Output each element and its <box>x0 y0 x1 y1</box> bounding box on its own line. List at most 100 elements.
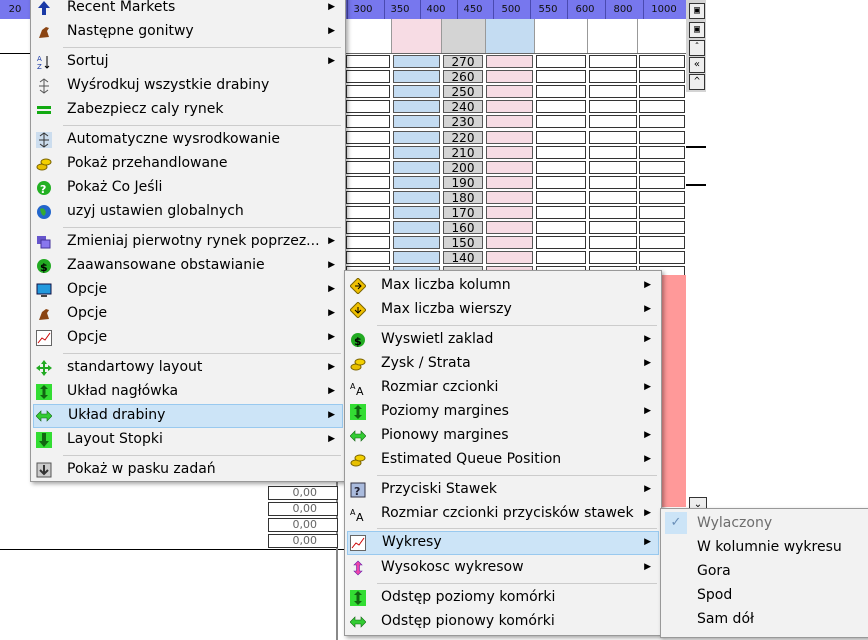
chevron-up-top-icon[interactable]: ˆ <box>689 40 705 56</box>
ladder-cell[interactable] <box>639 206 685 219</box>
lay-cell[interactable] <box>486 236 533 249</box>
ladder-cell[interactable] <box>346 161 390 174</box>
ladder-cell[interactable] <box>589 85 637 98</box>
ladder-cell[interactable] <box>589 161 637 174</box>
ladder-cell[interactable] <box>346 251 390 264</box>
ladder-cell[interactable] <box>346 70 390 83</box>
ladder-cell[interactable] <box>639 70 685 83</box>
ladder-col-label[interactable]: 450 <box>457 0 488 19</box>
menu-item-standartowy-layout[interactable]: standartowy layout ▶ <box>33 356 343 380</box>
chevron-up-icon[interactable]: ^ <box>689 74 705 90</box>
ladder-cell[interactable] <box>536 206 586 219</box>
ladder-cell[interactable] <box>639 251 685 264</box>
ladder-cell[interactable] <box>639 115 685 128</box>
back-cell[interactable] <box>393 70 440 83</box>
price-cell[interactable]: 250 <box>443 85 483 98</box>
ladder-cell[interactable] <box>346 115 390 128</box>
ladder-cell[interactable] <box>346 221 390 234</box>
ladder-col-label[interactable]: 550 <box>530 0 565 19</box>
ladder-cell[interactable] <box>589 146 637 159</box>
collapse-icon[interactable]: ▣ <box>689 3 705 19</box>
lay-cell[interactable] <box>486 161 533 174</box>
back-cell[interactable] <box>393 100 440 113</box>
ladder-cell[interactable] <box>589 236 637 249</box>
ladder-cell[interactable] <box>536 221 586 234</box>
menu-item-wyśrodkuj-wszystkie-drabiny[interactable]: Wyśrodkuj wszystkie drabiny <box>33 74 343 98</box>
price-cell[interactable]: 210 <box>443 146 483 159</box>
menu-item-layout-stopki[interactable]: Layout Stopki ▶ <box>33 428 343 452</box>
ladder-cell[interactable] <box>346 85 390 98</box>
ladder-cell[interactable] <box>639 131 685 144</box>
price-cell[interactable]: 150 <box>443 236 483 249</box>
menu-item-pokaż-przehandlowane[interactable]: Pokaż przehandlowane <box>33 152 343 176</box>
menu-item-odstęp-pionowy-komórki[interactable]: Odstęp pionowy komórki <box>347 610 659 634</box>
price-cell[interactable]: 170 <box>443 206 483 219</box>
ladder-col-label[interactable]: 500 <box>493 0 528 19</box>
ladder-cell[interactable] <box>346 176 390 189</box>
price-cell[interactable]: 160 <box>443 221 483 234</box>
price-cell[interactable]: 190 <box>443 176 483 189</box>
menu-item-automatyczne-wysrodkowanie[interactable]: Automatyczne wysrodkowanie <box>33 128 343 152</box>
menu-item-poziomy-margines[interactable]: Poziomy margines ▶ <box>347 400 659 424</box>
menu-item-opcje[interactable]: Opcje ▶ <box>33 278 343 302</box>
back-cell[interactable] <box>393 221 440 234</box>
ladder-cell[interactable] <box>589 191 637 204</box>
menu-item-odstęp-poziomy-komórki[interactable]: Odstęp poziomy komórki <box>347 586 659 610</box>
ladder-cell[interactable] <box>589 55 637 68</box>
menu-item-rozmiar-czcionki[interactable]: A A Rozmiar czcionki ▶ <box>347 376 659 400</box>
back-cell[interactable] <box>393 236 440 249</box>
menu-item-układ-drabiny[interactable]: Układ drabiny ▶ <box>33 404 343 428</box>
ladder-cell[interactable] <box>589 206 637 219</box>
chart-option-4[interactable]: Spod <box>663 584 867 608</box>
price-cell[interactable]: 260 <box>443 70 483 83</box>
ladder-cell[interactable] <box>346 55 390 68</box>
ladder-cell[interactable] <box>346 131 390 144</box>
menu-item-estimated-queue-position[interactable]: Estimated Queue Position ▶ <box>347 448 659 472</box>
lay-cell[interactable] <box>486 221 533 234</box>
back-cell[interactable] <box>393 85 440 98</box>
menu-item-zaawansowane-obstawianie[interactable]: $ Zaawansowane obstawianie ▶ <box>33 254 343 278</box>
ladder-cell[interactable] <box>639 191 685 204</box>
ladder-cell[interactable] <box>639 236 685 249</box>
back-cell[interactable] <box>393 176 440 189</box>
ladder-cell[interactable] <box>589 100 637 113</box>
ladder-cell[interactable] <box>536 85 586 98</box>
chart-option-3[interactable]: Gora <box>663 560 867 584</box>
ladder-col-label[interactable]: 300 <box>347 0 378 19</box>
price-cell[interactable]: 240 <box>443 100 483 113</box>
menu-item-opcje[interactable]: Opcje ▶ <box>33 302 343 326</box>
ladder-cell[interactable] <box>536 131 586 144</box>
ladder-cell[interactable] <box>536 161 586 174</box>
back-cell[interactable] <box>393 131 440 144</box>
menu-item-układ-nagłówka[interactable]: Układ nagłówka ▶ <box>33 380 343 404</box>
ladder-cell[interactable] <box>589 251 637 264</box>
ladder-cell[interactable] <box>639 85 685 98</box>
back-cell[interactable] <box>393 161 440 174</box>
lay-cell[interactable] <box>486 146 533 159</box>
back-cell[interactable] <box>393 191 440 204</box>
lay-cell[interactable] <box>486 131 533 144</box>
ladder-cell[interactable] <box>536 115 586 128</box>
menu-item-max-liczba-wierszy[interactable]: Max liczba wierszy ▶ <box>347 298 659 322</box>
ladder-cell[interactable] <box>589 176 637 189</box>
ladder-cell[interactable] <box>536 251 586 264</box>
ladder-cell[interactable] <box>536 146 586 159</box>
menu-item-pokaż-w-pasku-zadań[interactable]: Pokaż w pasku zadań <box>33 458 343 482</box>
menu-item-wykresy[interactable]: Wykresy ▶ <box>347 531 659 555</box>
menu-item-następne-gonitwy[interactable]: Następne gonitwy ▶ <box>33 20 343 44</box>
ladder-cell[interactable] <box>589 70 637 83</box>
back-cell[interactable] <box>393 206 440 219</box>
price-cell[interactable]: 140 <box>443 251 483 264</box>
ladder-cell[interactable] <box>536 100 586 113</box>
ladder-cell[interactable] <box>639 55 685 68</box>
lay-cell[interactable] <box>486 206 533 219</box>
ladder-cell[interactable] <box>346 191 390 204</box>
menu-item-zmieniaj-pierwotny-rynek-poprzez[interactable]: Zmieniaj pierwotny rynek poprzez... ▶ <box>33 230 343 254</box>
menu-item-przyciski-stawek[interactable]: ? Przyciski Stawek ▶ <box>347 478 659 502</box>
price-cell[interactable]: 220 <box>443 131 483 144</box>
lay-cell[interactable] <box>486 115 533 128</box>
back-cell[interactable] <box>393 146 440 159</box>
ladder-col-label[interactable]: 1000 <box>643 0 684 19</box>
ladder-cell[interactable] <box>346 206 390 219</box>
price-cell[interactable]: 230 <box>443 115 483 128</box>
